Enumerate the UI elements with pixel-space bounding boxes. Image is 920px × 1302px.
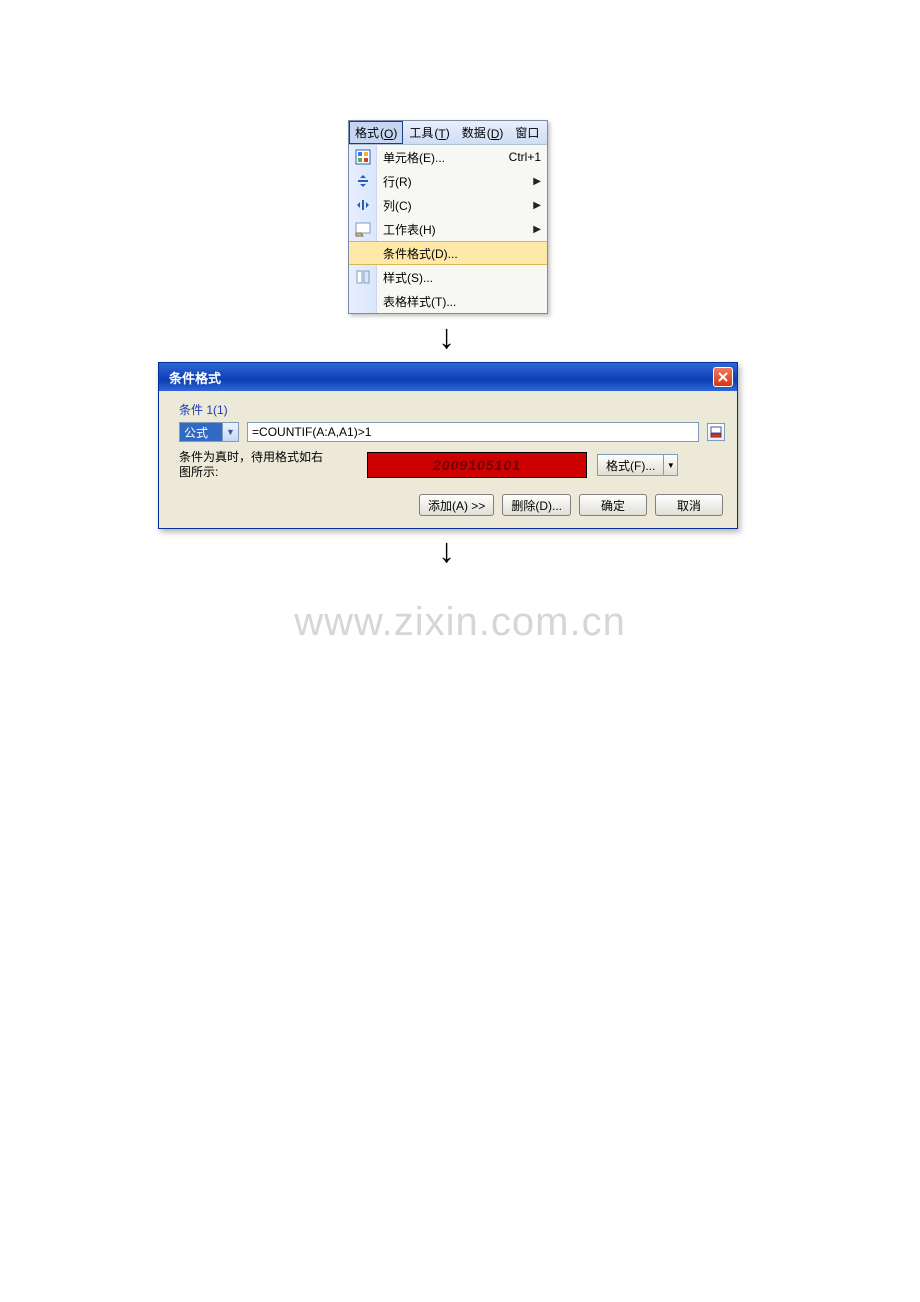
- dialog-titlebar: 条件格式: [159, 363, 737, 391]
- formula-input[interactable]: =COUNTIF(A:A,A1)>1: [247, 422, 699, 442]
- menubar-format-key: (O): [380, 126, 397, 140]
- menubar-window-label: 窗口: [515, 124, 539, 141]
- menu-item-shortcut: Ctrl+1: [503, 150, 541, 164]
- dialog-title: 条件格式: [169, 368, 221, 387]
- menubar-data[interactable]: 数据 (D): [456, 121, 510, 144]
- menu-item-table-styles[interactable]: 表格样式(T)...: [349, 289, 547, 313]
- format-menu: 格式 (O) 工具 (T) 数据 (D) 窗口: [348, 120, 548, 314]
- formula-value: =COUNTIF(A:A,A1)>1: [252, 425, 371, 439]
- down-arrow-icon: ↓: [438, 532, 455, 571]
- menu-item-label: 样式(S)...: [377, 269, 541, 286]
- column-width-icon: [355, 197, 371, 213]
- menu-item-label: 表格样式(T)...: [377, 293, 541, 310]
- preview-value: 2009105101: [433, 457, 521, 473]
- menubar-tools-label: 工具: [409, 124, 433, 141]
- menu-item-label: 条件格式(D)...: [377, 245, 541, 262]
- preview-description: 条件为真时，待用格式如右 图所示:: [179, 450, 357, 480]
- submenu-arrow-icon: ▶: [533, 224, 541, 235]
- menu-item-conditional-format[interactable]: 条件格式(D)...: [349, 241, 547, 265]
- add-button[interactable]: 添加(A) >>: [419, 494, 494, 516]
- menu-item-label: 行(R): [377, 173, 533, 190]
- collapse-icon: [710, 426, 722, 438]
- submenu-arrow-icon: ▶: [533, 176, 541, 187]
- menubar-window[interactable]: 窗口: [509, 121, 545, 144]
- condition-group-label: 条件 1(1): [171, 401, 725, 422]
- dialog-body: 条件 1(1) 公式 ▼ =COUNTIF(A:A,A1)>1: [159, 391, 737, 528]
- watermark-text: www.zixin.com.cn: [0, 600, 920, 645]
- cells-icon: [355, 149, 371, 165]
- styles-icon: [355, 269, 371, 285]
- close-button[interactable]: [713, 367, 733, 387]
- preview-row: 条件为真时，待用格式如右 图所示: 2009105101 格式(F)... ▼: [171, 450, 725, 480]
- menu-items: 单元格(E)... Ctrl+1 行(R) ▶: [349, 145, 547, 313]
- menu-item-label: 工作表(H): [377, 221, 533, 238]
- menu-item-row[interactable]: 行(R) ▶: [349, 169, 547, 193]
- close-icon: [718, 372, 728, 382]
- condition-row: 公式 ▼ =COUNTIF(A:A,A1)>1: [171, 422, 725, 442]
- down-arrow-icon: ↓: [438, 318, 455, 357]
- menu-item-label: 列(C): [377, 197, 533, 214]
- format-button-label: 格式(F)...: [598, 457, 663, 474]
- delete-button[interactable]: 删除(D)...: [502, 494, 571, 516]
- menubar: 格式 (O) 工具 (T) 数据 (D) 窗口: [349, 121, 547, 145]
- condition-type-dropdown[interactable]: 公式 ▼: [179, 422, 239, 442]
- dialog-button-row: 添加(A) >> 删除(D)... 确定 取消: [171, 494, 725, 516]
- row-height-icon: [355, 173, 371, 189]
- cancel-button[interactable]: 取消: [655, 494, 723, 516]
- submenu-arrow-icon: ▶: [533, 200, 541, 211]
- chevron-down-icon: ▼: [222, 423, 238, 441]
- menubar-format-label: 格式: [355, 124, 379, 141]
- menubar-data-label: 数据: [462, 124, 486, 141]
- menu-item-worksheet[interactable]: 工作表(H) ▶: [349, 217, 547, 241]
- menu-item-cells[interactable]: 单元格(E)... Ctrl+1: [349, 145, 547, 169]
- menubar-tools[interactable]: 工具 (T): [403, 121, 455, 144]
- menubar-data-key: (D): [487, 126, 504, 140]
- format-split-button[interactable]: 格式(F)... ▼: [597, 454, 678, 476]
- conditional-format-dialog: 条件格式 条件 1(1) 公式 ▼ =COUNTIF(A:A,A1)>1: [158, 362, 738, 529]
- format-preview: 2009105101: [367, 452, 587, 478]
- menubar-format[interactable]: 格式 (O): [349, 121, 403, 144]
- menubar-tools-key: (T): [434, 126, 449, 140]
- menu-item-label: 单元格(E)...: [377, 149, 503, 166]
- collapse-dialog-button[interactable]: [707, 423, 725, 441]
- menu-item-styles[interactable]: 样式(S)...: [349, 265, 547, 289]
- dropdown-value: 公式: [180, 423, 222, 441]
- ok-button[interactable]: 确定: [579, 494, 647, 516]
- sheet-tab-icon: [355, 221, 371, 237]
- menu-item-column[interactable]: 列(C) ▶: [349, 193, 547, 217]
- chevron-down-icon: ▼: [663, 455, 677, 475]
